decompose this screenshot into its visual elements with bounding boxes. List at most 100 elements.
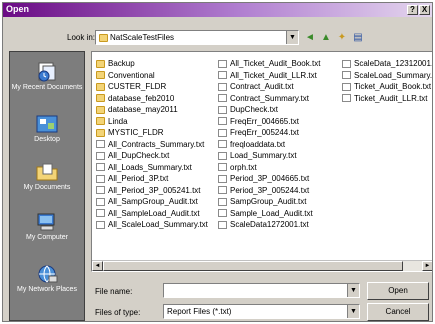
- text-file-icon: [96, 220, 105, 229]
- views-menu-button[interactable]: ▤: [351, 32, 365, 44]
- list-item[interactable]: ScaleLoad_Summary.t: [342, 70, 432, 82]
- list-item[interactable]: DupCheck.txt: [218, 104, 320, 116]
- scroll-right-button[interactable]: ►: [422, 261, 432, 271]
- recent-documents-icon: [38, 62, 56, 82]
- place-label: Desktop: [34, 136, 60, 143]
- file-name-label: File name:: [95, 287, 133, 296]
- help-button[interactable]: ?: [407, 5, 418, 15]
- folder-icon: [96, 128, 105, 137]
- text-file-icon: [218, 105, 227, 114]
- folder-icon: [96, 117, 105, 126]
- look-in-combobox[interactable]: NatScaleTestFiles ▼: [95, 30, 299, 45]
- list-item[interactable]: ScaleData_12312001.: [342, 58, 432, 70]
- cancel-button[interactable]: Cancel: [367, 303, 429, 321]
- list-item[interactable]: All_SampleLoad_Audit.txt: [96, 208, 208, 220]
- place-desktop[interactable]: Desktop: [10, 114, 84, 144]
- up-folder-button[interactable]: ▲: [319, 32, 333, 44]
- list-item[interactable]: All_Loads_Summary.txt: [96, 162, 208, 174]
- list-item[interactable]: FreqErr_004665.txt: [218, 116, 320, 128]
- list-item[interactable]: Conventional: [96, 70, 208, 82]
- text-file-icon: [96, 163, 105, 172]
- place-network-places[interactable]: My Network Places: [10, 264, 84, 294]
- place-label: My Documents: [23, 184, 71, 191]
- list-item[interactable]: MYSTIC_FLDR: [96, 127, 208, 139]
- text-file-icon: [218, 71, 227, 80]
- list-item[interactable]: All_Period_3P.txt: [96, 173, 208, 185]
- list-item[interactable]: SampGroup_Audit.txt: [218, 196, 320, 208]
- back-button[interactable]: ◄: [303, 32, 317, 44]
- scroll-thumb[interactable]: [103, 261, 403, 271]
- file-type-value: Report Files (*.txt): [167, 307, 232, 316]
- file-list[interactable]: Backup Conventional CUSTER_FLDR database…: [91, 51, 432, 272]
- list-item[interactable]: Ticket_Audit_Book.txt: [342, 81, 432, 93]
- list-item[interactable]: Linda: [96, 116, 208, 128]
- list-item[interactable]: ScaleData1272001.txt: [218, 219, 320, 231]
- my-computer-icon: [37, 213, 55, 231]
- list-item[interactable]: Period_3P_004665.txt: [218, 173, 320, 185]
- list-item[interactable]: All_DupCheck.txt: [96, 150, 208, 162]
- look-in-label: Look in:: [67, 33, 96, 42]
- dialog-title: Open: [6, 4, 30, 14]
- close-button[interactable]: X: [419, 5, 430, 15]
- text-file-icon: [218, 174, 227, 183]
- folder-icon: [99, 34, 108, 42]
- text-file-icon: [218, 128, 227, 137]
- my-documents-icon: [36, 163, 58, 181]
- list-item[interactable]: Sample_Load_Audit.txt: [218, 208, 320, 220]
- file-column: All_Ticket_Audit_Book.txt All_Ticket_Aud…: [218, 58, 320, 231]
- folder-icon: [96, 94, 105, 103]
- text-file-icon: [218, 209, 227, 218]
- text-file-icon: [96, 174, 105, 183]
- text-file-icon: [218, 220, 227, 229]
- desktop-icon: [36, 115, 58, 133]
- text-file-icon: [342, 71, 351, 80]
- text-file-icon: [218, 117, 227, 126]
- places-bar: My Recent Documents Desktop My Documents: [9, 51, 85, 321]
- list-item[interactable]: freqloaddata.txt: [218, 139, 320, 151]
- list-item[interactable]: All_Ticket_Audit_Book.txt: [218, 58, 320, 70]
- list-item[interactable]: orph.txt: [218, 162, 320, 174]
- text-file-icon: [218, 94, 227, 103]
- scroll-left-button[interactable]: ◄: [92, 261, 103, 271]
- place-my-computer[interactable]: My Computer: [10, 212, 84, 242]
- list-item[interactable]: Ticket_Audit_LLR.txt: [342, 93, 432, 105]
- network-places-icon: [38, 265, 58, 283]
- place-label: My Computer: [25, 234, 68, 241]
- text-file-icon: [96, 197, 105, 206]
- place-label: My Network Places: [17, 286, 77, 293]
- list-item[interactable]: Period_3P_005244.txt: [218, 185, 320, 197]
- text-file-icon: [218, 82, 227, 91]
- place-recent-documents[interactable]: My Recent Documents: [10, 62, 84, 92]
- list-item[interactable]: database_feb2010: [96, 93, 208, 105]
- text-file-icon: [96, 186, 105, 195]
- text-file-icon: [96, 209, 105, 218]
- file-name-combobox[interactable]: ▼: [163, 283, 360, 298]
- list-item[interactable]: Contract_Summary.txt: [218, 93, 320, 105]
- text-file-icon: [342, 59, 351, 68]
- list-item[interactable]: FreqErr_005244.txt: [218, 127, 320, 139]
- new-folder-button[interactable]: ✦: [335, 32, 349, 44]
- list-item[interactable]: Load_Summary.txt: [218, 150, 320, 162]
- list-item[interactable]: All_SampGroup_Audit.txt: [96, 196, 208, 208]
- list-item[interactable]: Contract_Audit.txt: [218, 81, 320, 93]
- title-bar[interactable]: Open ? X: [3, 3, 432, 17]
- place-my-documents[interactable]: My Documents: [10, 162, 84, 192]
- list-item[interactable]: All_Contracts_Summary.txt: [96, 139, 208, 151]
- list-item[interactable]: All_ScaleLoad_Summary.txt: [96, 219, 208, 231]
- text-file-icon: [96, 140, 105, 149]
- chevron-down-icon[interactable]: ▼: [347, 305, 359, 318]
- list-item[interactable]: All_Period_3P_005241.txt: [96, 185, 208, 197]
- file-type-label: Files of type:: [95, 308, 141, 317]
- list-item[interactable]: All_Ticket_Audit_LLR.txt: [218, 70, 320, 82]
- open-dialog: Open ? X Look in: NatScaleTestFiles ▼ ◄ …: [2, 2, 433, 322]
- horizontal-scrollbar[interactable]: ◄ ►: [92, 260, 432, 271]
- list-item[interactable]: database_may2011: [96, 104, 208, 116]
- chevron-down-icon[interactable]: ▼: [286, 31, 298, 44]
- file-type-combobox[interactable]: Report Files (*.txt) ▼: [163, 304, 360, 319]
- list-item[interactable]: CUSTER_FLDR: [96, 81, 208, 93]
- list-item[interactable]: Backup: [96, 58, 208, 70]
- text-file-icon: [218, 163, 227, 172]
- open-button[interactable]: Open: [367, 282, 429, 300]
- chevron-down-icon[interactable]: ▼: [347, 284, 359, 297]
- folder-icon: [96, 71, 105, 80]
